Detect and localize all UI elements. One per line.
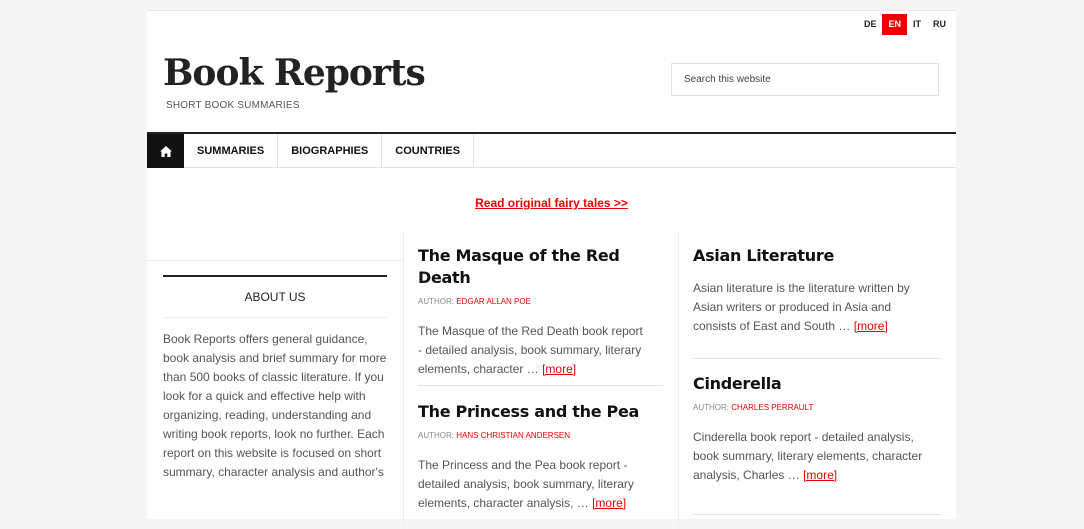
author-label: AUTHOR: — [693, 403, 729, 412]
post-cinderella: Cinderella AUTHOR: CHARLES PERRAULT Cind… — [693, 373, 931, 485]
main-nav: SUMMARIES BIOGRAPHIES COUNTRIES — [147, 132, 956, 168]
promo-banner: Read original fairy tales >> — [147, 194, 956, 212]
page-container: DE EN IT RU Book Reports SHORT BOOK SUMM… — [147, 10, 956, 529]
column-divider-right — [678, 232, 679, 529]
nav-summaries[interactable]: SUMMARIES — [184, 134, 279, 167]
post-excerpt: Asian literature is the literature writt… — [693, 279, 931, 336]
column-divider-left — [403, 232, 404, 529]
post-asian-literature: Asian Literature Asian literature is the… — [693, 245, 931, 336]
site-title[interactable]: Book Reports — [163, 49, 426, 97]
author-label: AUTHOR: — [418, 431, 454, 440]
home-icon — [159, 145, 172, 157]
post-meta: AUTHOR: CHARLES PERRAULT — [693, 403, 931, 412]
post-excerpt: Cinderella book report - detailed analys… — [693, 428, 931, 485]
nav-countries[interactable]: COUNTRIES — [382, 134, 475, 167]
lang-de[interactable]: DE — [858, 14, 883, 35]
lang-ru[interactable]: RU — [927, 14, 952, 35]
author-link[interactable]: HANS CHRISTIAN ANDERSEN — [456, 431, 570, 440]
post-meta: AUTHOR: HANS CHRISTIAN ANDERSEN — [418, 431, 645, 440]
post-title[interactable]: The Masque of the Red Death — [418, 245, 645, 289]
author-link[interactable]: CHARLES PERRAULT — [731, 403, 813, 412]
post-excerpt: The Princess and the Pea book report - d… — [418, 456, 645, 513]
search-input[interactable] — [671, 63, 939, 96]
lang-en[interactable]: EN — [882, 14, 907, 35]
post-separator — [418, 385, 663, 386]
post-princess: The Princess and the Pea AUTHOR: HANS CH… — [418, 401, 645, 513]
about-text: Book Reports offers general guidance, bo… — [163, 332, 387, 479]
post-excerpt: The Masque of the Red Death book report … — [418, 322, 645, 379]
more-link[interactable]: [more] — [592, 496, 626, 510]
lang-it[interactable]: IT — [907, 14, 927, 35]
top-background — [0, 0, 1084, 10]
post-title[interactable]: The Princess and the Pea — [418, 401, 645, 423]
more-link[interactable]: [more] — [803, 468, 837, 482]
author-label: AUTHOR: — [418, 297, 454, 306]
language-switcher: DE EN IT RU — [858, 14, 952, 35]
post-separator — [693, 514, 941, 515]
post-title[interactable]: Asian Literature — [693, 245, 931, 267]
nav-biographies[interactable]: BIOGRAPHIES — [278, 134, 383, 167]
about-title: ABOUT US — [163, 277, 387, 318]
fairy-tales-link[interactable]: Read original fairy tales >> — [475, 196, 628, 210]
post-separator — [693, 358, 941, 359]
more-link[interactable]: [more] — [542, 362, 576, 376]
post-meta: AUTHOR: EDGAR ALLAN POE — [418, 297, 645, 306]
post-title[interactable]: Cinderella — [693, 373, 931, 395]
nav-home-button[interactable] — [147, 134, 184, 168]
post-masque: The Masque of the Red Death AUTHOR: EDGA… — [418, 245, 645, 379]
site-description: SHORT BOOK SUMMARIES — [166, 100, 300, 111]
excerpt-text: The Masque of the Red Death book report … — [418, 324, 643, 376]
sidebar-divider — [147, 260, 403, 261]
about-widget: ABOUT US Book Reports offers general gui… — [163, 275, 387, 482]
more-link[interactable]: [more] — [854, 319, 888, 333]
author-link[interactable]: EDGAR ALLAN POE — [456, 297, 531, 306]
